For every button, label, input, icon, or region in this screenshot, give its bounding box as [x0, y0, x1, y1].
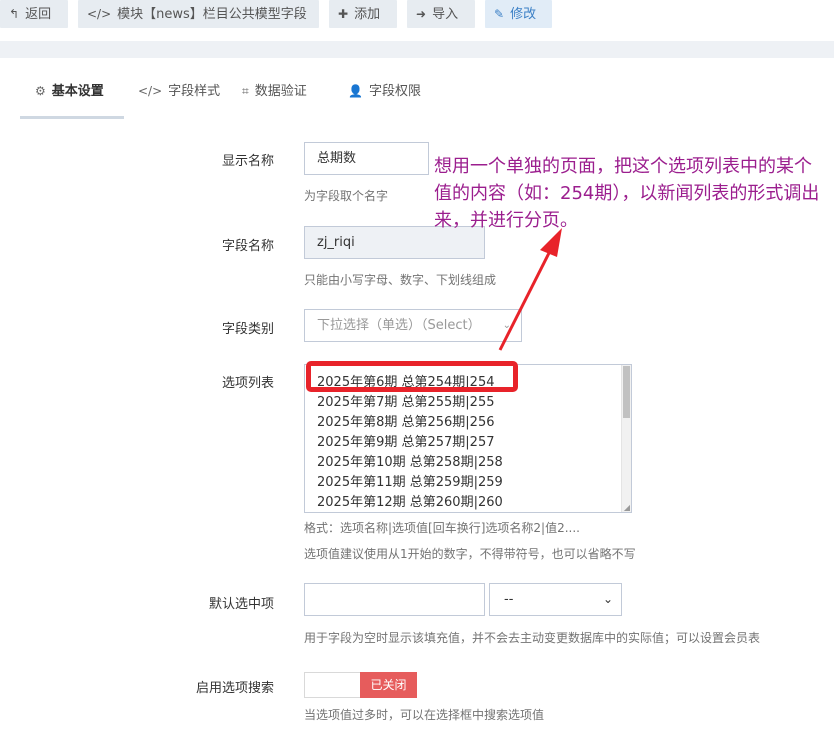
tab-field-permission[interactable]: 👤 字段权限	[348, 76, 421, 119]
plus-icon: ✚	[338, 7, 349, 21]
toolbar: ↰ 返回 </> 模块【news】栏目公共模型字段 ✚ 添加 ➜ 导入 ✎ 修改	[0, 0, 834, 28]
option-line: 2025年第8期 总第256期|256	[317, 415, 495, 430]
option-line: 2025年第12期 总第260期|260	[317, 495, 503, 510]
display-name-help: 为字段取个名字	[304, 189, 389, 203]
highlight-box	[306, 361, 518, 392]
option-search-help: 当选项值过多时，可以在选择框中搜索选项值	[304, 708, 545, 722]
default-value-input[interactable]	[304, 583, 485, 616]
scroll-thumb[interactable]	[623, 366, 630, 418]
field-name-label: 字段名称	[221, 239, 274, 254]
default-value-select[interactable]: -- ⌄	[489, 583, 622, 616]
back-button[interactable]: ↰ 返回	[0, 0, 68, 28]
user-icon: 👤	[348, 84, 363, 98]
toggle-off-state: 已关闭	[360, 672, 417, 698]
import-button[interactable]: ➜ 导入	[407, 0, 475, 28]
gear-icon: ⚙	[35, 84, 46, 98]
code-icon: </>	[87, 7, 112, 21]
display-name-label: 显示名称	[221, 154, 274, 169]
tab-basic-settings[interactable]: ⚙ 基本设置	[20, 76, 124, 119]
edit-button[interactable]: ✎ 修改	[485, 0, 552, 28]
field-type-label: 字段类别	[221, 322, 274, 337]
options-list-label: 选项列表	[221, 376, 274, 391]
field-type-select[interactable]: 下拉选择（单选）（Select） ⌄	[304, 309, 522, 342]
option-line: 2025年第11期 总第259期|259	[317, 475, 503, 490]
crop-icon: ⌗	[242, 84, 249, 98]
option-search-label: 启用选项搜索	[195, 681, 274, 696]
field-name-help: 只能由小写字母、数字、下划线组成	[304, 273, 497, 287]
module-model-button[interactable]: </> 模块【news】栏目公共模型字段	[78, 0, 319, 28]
textarea-scrollbar[interactable]	[621, 365, 631, 512]
default-selected-label: 默认选中项	[208, 597, 274, 612]
default-help: 用于字段为空时显示该填充值，并不会去主动变更数据库中的实际值；可以设置会员表	[304, 631, 761, 645]
reply-icon: ↰	[9, 7, 20, 21]
tab-field-style[interactable]: </> 字段样式	[138, 76, 220, 119]
add-button[interactable]: ✚ 添加	[329, 0, 397, 28]
annotation-text: 想用一个单独的页面，把这个选项列表中的某个值的内容（如：254期），以新闻列表的…	[434, 156, 820, 231]
options-format-help: 格式：选项名称|选项值[回车换行]选项名称2|值2....	[304, 521, 580, 535]
page-separator	[0, 41, 834, 58]
code-icon: </>	[138, 84, 163, 98]
option-line: 2025年第9期 总第257期|257	[317, 435, 495, 450]
chevron-down-icon: ⌄	[502, 320, 511, 331]
option-line: 2025年第10期 总第258期|258	[317, 455, 503, 470]
sign-in-icon: ➜	[416, 7, 427, 21]
tab-data-validation[interactable]: ⌗ 数据验证	[242, 76, 307, 119]
option-search-toggle[interactable]: 已关闭	[304, 672, 417, 698]
edit-icon: ✎	[494, 7, 505, 21]
option-line: 2025年第7期 总第255期|255	[317, 395, 495, 410]
options-value-help: 选项值建议使用从1开始的数字，不得带符号，也可以省略不写	[304, 547, 636, 561]
display-name-input[interactable]: 总期数	[304, 142, 429, 175]
chevron-down-icon: ⌄	[602, 592, 613, 606]
resize-grip-icon[interactable]: ◢	[624, 503, 630, 512]
